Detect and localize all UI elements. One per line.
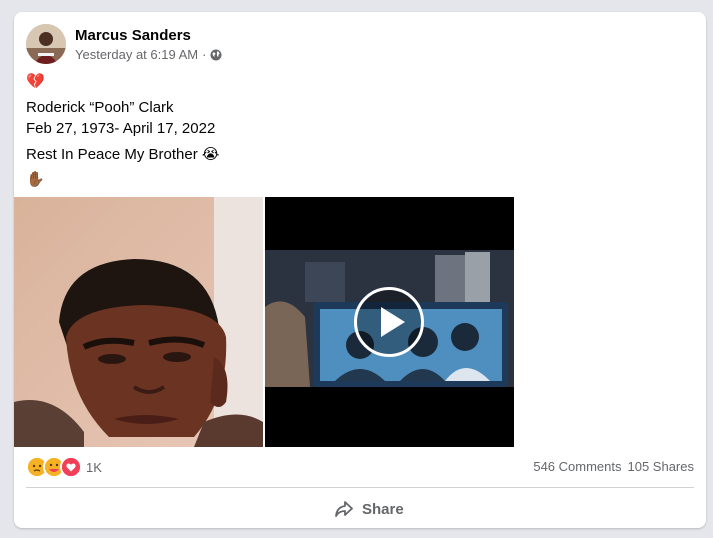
love-reaction-icon: [60, 456, 82, 478]
broken-heart-emoji: 💔: [26, 73, 45, 90]
author-name[interactable]: Marcus Sanders: [75, 27, 191, 44]
video-thumbnail[interactable]: [265, 197, 514, 447]
portrait-photo[interactable]: [14, 197, 263, 447]
reaction-count: 1K: [86, 459, 102, 475]
post-text-dates: Feb 27, 1973- April 17, 2022: [26, 120, 216, 137]
comments-count[interactable]: 546 Comments: [533, 459, 621, 474]
divider: [26, 487, 694, 488]
post-card: Marcus Sanders Yesterday at 6:19 AM · 💔 …: [14, 12, 706, 528]
post-meta: Yesterday at 6:19 AM ·: [75, 47, 222, 62]
post-text-name: Roderick “Pooh” Clark: [26, 99, 174, 116]
post-stats: 546 Comments 105 Shares: [533, 459, 694, 474]
timestamp[interactable]: Yesterday at 6:19 AM: [75, 47, 198, 62]
share-icon: [335, 501, 353, 517]
post-text-message: Rest In Peace My Brother 😭: [26, 146, 220, 163]
play-icon[interactable]: [354, 287, 424, 357]
share-label: Share: [362, 500, 404, 518]
meta-separator: ·: [202, 47, 207, 62]
avatar[interactable]: [26, 24, 66, 64]
reactions-summary[interactable]: 1K: [26, 456, 102, 478]
shares-count[interactable]: 105 Shares: [628, 459, 695, 474]
raised-hand-emoji: ✋🏾: [26, 171, 45, 188]
share-button[interactable]: Share: [334, 498, 404, 520]
globe-icon[interactable]: [210, 49, 222, 61]
